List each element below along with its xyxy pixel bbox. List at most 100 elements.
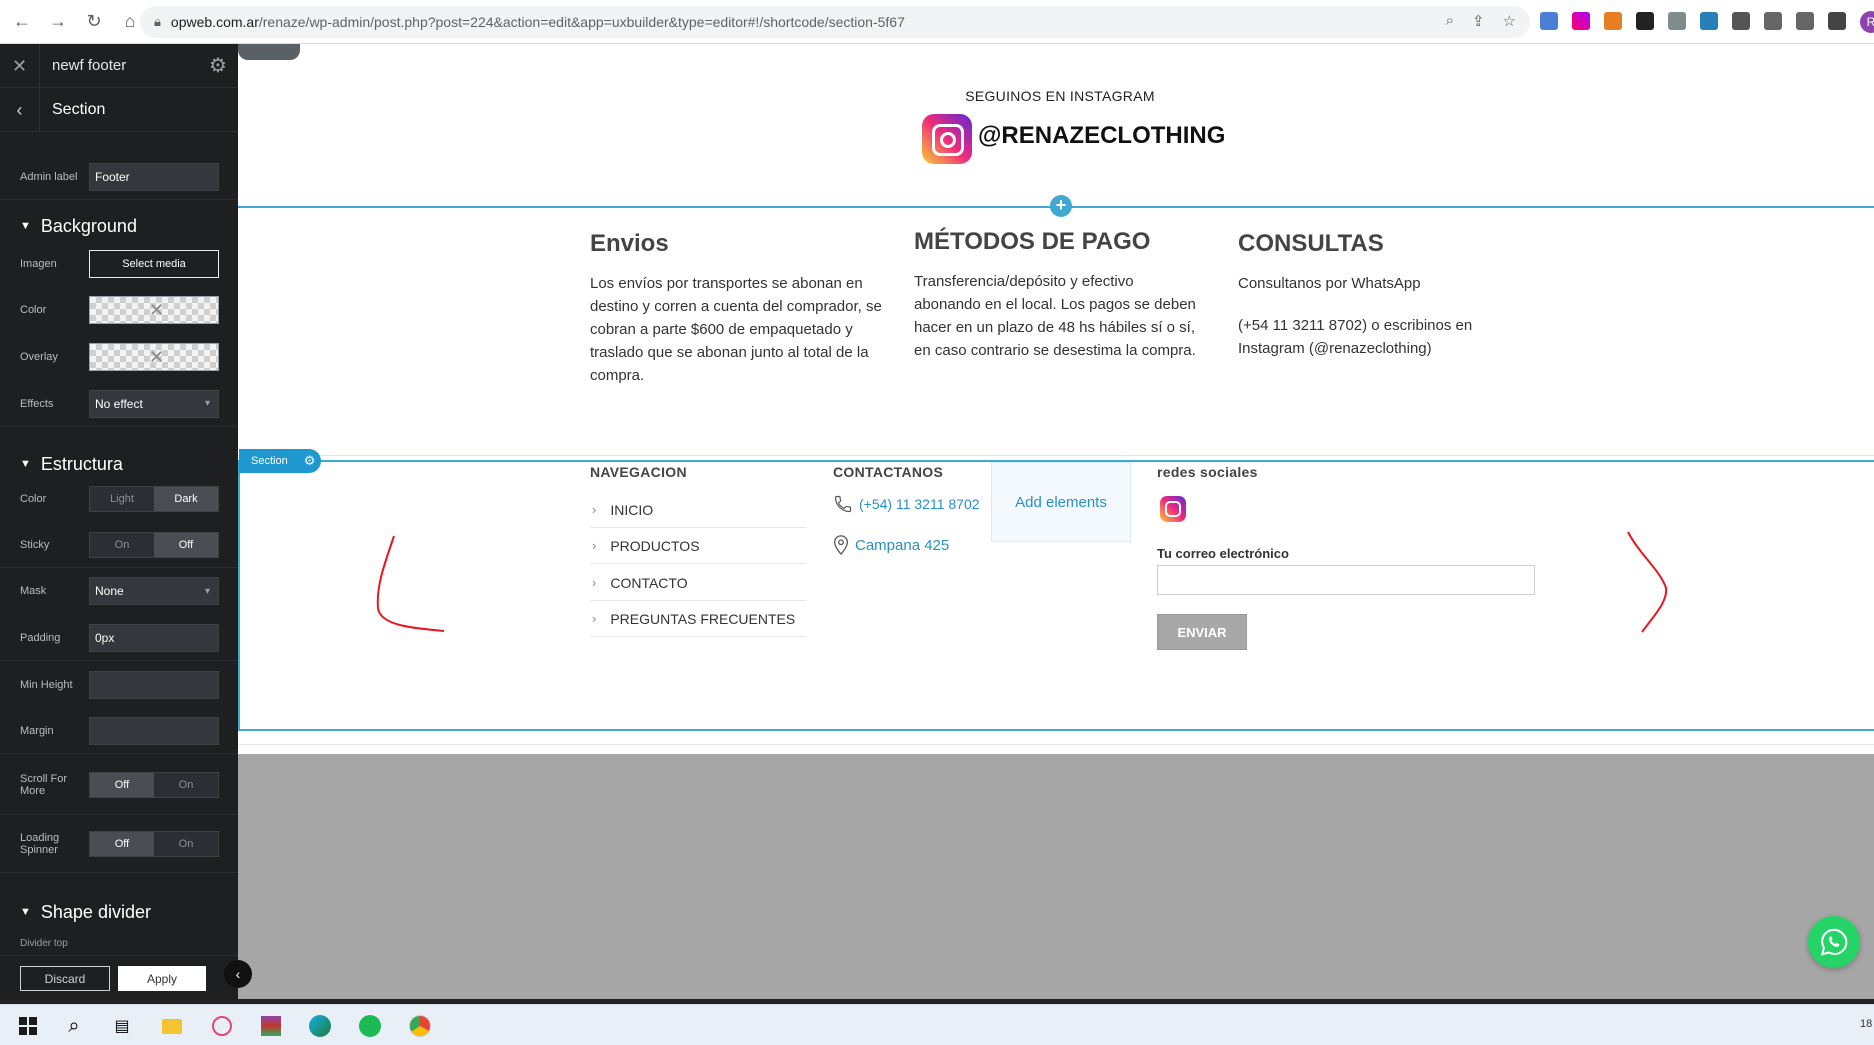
search-icon[interactable]: ⌕ — [62, 1014, 86, 1038]
file-explorer-icon[interactable] — [160, 1014, 184, 1038]
consultas-text-2: (+54 11 3211 8702) o escribinos en Insta… — [1238, 317, 1473, 357]
sidebar-footer: Discard Apply — [0, 955, 238, 999]
whatsapp-icon[interactable] — [1808, 916, 1860, 968]
instagram-handle[interactable]: @RENAZECLOTHING — [978, 122, 1225, 150]
url-host: opweb.com.ar — [170, 14, 259, 30]
share-icon[interactable]: ⇪ — [1472, 12, 1485, 30]
loading-spinner-toggle[interactable]: Off On — [89, 830, 219, 857]
winrar-icon[interactable] — [259, 1014, 283, 1038]
discard-button[interactable]: Discard — [20, 966, 110, 991]
empty-canvas-area — [238, 754, 1874, 999]
min-height-input[interactable] — [89, 671, 219, 699]
margin-label: Margin — [20, 724, 54, 737]
bookmark-star-icon[interactable]: ☆ — [1503, 12, 1516, 30]
shape-divider-heading[interactable]: ▼ Shape divider — [0, 890, 238, 934]
effects-select[interactable]: No effect — [89, 389, 219, 418]
background-heading-text: Background — [40, 215, 137, 236]
send-button[interactable]: ENVIAR — [1157, 614, 1247, 650]
address-link[interactable]: Campana 425 — [833, 535, 949, 555]
scroll-on-option[interactable]: On — [154, 772, 218, 797]
map-pin-icon — [833, 535, 849, 555]
nav-item-productos[interactable]: › PRODUCTOS — [590, 528, 806, 564]
back-arrow-icon[interactable]: ← — [8, 8, 36, 36]
scroll-for-more-toggle[interactable]: Off On — [89, 771, 219, 798]
select-media-button[interactable]: Select media — [89, 250, 219, 278]
sticky-label: Sticky — [20, 538, 50, 551]
color-light-option[interactable]: Light — [90, 487, 154, 511]
collapse-sidebar-button[interactable]: ‹ — [224, 960, 252, 988]
email-input[interactable] — [1157, 565, 1535, 595]
color-dark-option[interactable]: Dark — [154, 487, 218, 511]
section-badge[interactable]: Section ⚙ — [239, 449, 321, 473]
mask-row: Mask None — [0, 568, 238, 614]
admin-label-input[interactable]: Footer — [89, 162, 219, 191]
padding-row: Padding 0px — [0, 615, 238, 661]
forward-arrow-icon[interactable]: → — [44, 8, 72, 36]
spotify-icon[interactable] — [358, 1014, 382, 1038]
shape-divider-heading-text: Shape divider — [40, 901, 151, 922]
sticky-off-option[interactable]: Off — [154, 532, 218, 557]
downloads-icon[interactable] — [1796, 12, 1814, 30]
spinner-on-option[interactable]: On — [154, 831, 218, 856]
zoom-icon[interactable]: ⌕ — [1446, 12, 1454, 30]
edge-icon[interactable] — [308, 1014, 332, 1038]
padding-input[interactable]: 0px — [89, 623, 219, 652]
extensions-bar — [1540, 12, 1846, 30]
mask-label: Mask — [20, 585, 47, 597]
sticky-row: Sticky On Off — [0, 522, 238, 568]
margin-input[interactable] — [89, 716, 219, 745]
nav-item-inicio[interactable]: › INICIO — [590, 492, 806, 528]
scroll-for-more-label: Scroll For More — [20, 772, 68, 797]
chevron-left-icon[interactable]: ‹ — [0, 87, 40, 132]
image-row: Imagen Select media — [0, 241, 238, 287]
prev-section-tab[interactable] — [238, 44, 300, 60]
task-view-icon[interactable]: ▤ — [110, 1014, 134, 1038]
sticky-toggle[interactable]: On Off — [89, 531, 219, 558]
caret-down-icon: ▼ — [20, 220, 31, 232]
profile-avatar[interactable]: R — [1860, 11, 1874, 33]
nav-heading: NAVEGACION — [590, 464, 687, 480]
mask-select[interactable]: None — [89, 577, 219, 605]
loading-spinner-row: Loading Spinner Off On — [0, 815, 238, 873]
side-panel-icon[interactable] — [1828, 12, 1846, 30]
windows-taskbar: ⌕ ▤ 18 — [0, 1004, 1874, 1045]
nav-item-label: PRODUCTOS — [610, 537, 700, 554]
extension-icon[interactable] — [1540, 12, 1558, 30]
apply-button[interactable]: Apply — [118, 966, 206, 991]
extension-icon[interactable] — [1572, 12, 1590, 30]
camera-extension-icon[interactable] — [1668, 12, 1686, 30]
download-extension-icon[interactable] — [1700, 12, 1718, 30]
puzzle-icon[interactable] — [1732, 12, 1750, 30]
chrome-icon[interactable] — [408, 1014, 432, 1038]
scroll-off-option[interactable]: Off — [90, 772, 154, 797]
nav-item-preguntas[interactable]: › PREGUNTAS FRECUENTES — [590, 601, 806, 637]
phone-link[interactable]: (+54) 11 3211 8702 — [833, 494, 980, 514]
reading-list-icon[interactable] — [1764, 12, 1782, 30]
gear-icon[interactable]: ⚙ — [198, 53, 238, 78]
close-icon[interactable]: ✕ — [0, 43, 40, 88]
add-elements-button[interactable]: Add elements — [991, 462, 1131, 542]
extension-icon[interactable] — [1636, 12, 1654, 30]
color-picker[interactable]: ✕ — [89, 296, 219, 324]
section-title: Section — [52, 100, 106, 118]
clear-icon: ✕ — [148, 299, 165, 320]
snipping-tool-icon[interactable] — [210, 1014, 234, 1038]
nav-item-contacto[interactable]: › CONTACTO — [590, 565, 806, 601]
gear-icon[interactable]: ⚙ — [304, 453, 316, 469]
add-icon[interactable]: + — [1050, 195, 1072, 217]
spinner-off-option[interactable]: Off — [90, 831, 154, 856]
divider-top-label: Divider top — [20, 938, 68, 948]
browser-toolbar: ← → ↻ ⌂ 🔒︎ opweb.com.ar/renaze/wp-admin/… — [0, 0, 1874, 44]
reload-icon[interactable]: ↻ — [80, 8, 108, 36]
sticky-on-option[interactable]: On — [90, 532, 154, 557]
envios-heading: Envios — [590, 230, 669, 257]
color-toggle[interactable]: Light Dark — [89, 486, 219, 512]
windows-start-icon[interactable] — [16, 1014, 40, 1038]
address-bar[interactable]: 🔒︎ opweb.com.ar/renaze/wp-admin/post.php… — [140, 6, 1530, 38]
padding-label: Padding — [20, 631, 61, 644]
overlay-picker[interactable]: ✕ — [89, 343, 219, 371]
effects-label: Effects — [20, 397, 54, 410]
instagram-icon[interactable] — [922, 114, 972, 164]
instagram-icon[interactable] — [1160, 496, 1186, 522]
extension-icon[interactable] — [1604, 12, 1622, 30]
